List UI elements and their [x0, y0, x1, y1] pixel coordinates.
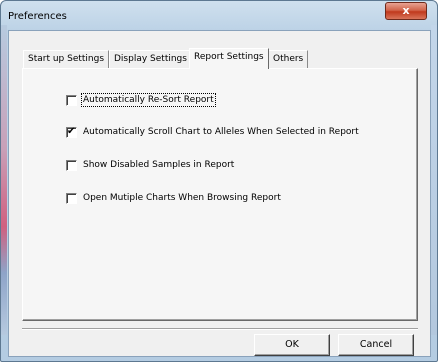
option-label: Automatically Scroll Chart to Alleles Wh… [83, 127, 359, 137]
tab-label: Others [273, 54, 304, 64]
option-auto-scroll-chart[interactable]: ✔ Automatically Scroll Chart to Alleles … [66, 125, 359, 139]
tab-label: Start up Settings [28, 54, 105, 64]
tab-label: Report Settings [194, 52, 264, 62]
tab-start-up-settings[interactable]: Start up Settings [23, 50, 110, 68]
separator [22, 328, 418, 330]
option-label: Automatically Re-Sort Report [81, 93, 216, 107]
preferences-window: Preferences x Start up Settings Display … [0, 0, 438, 362]
ok-button[interactable]: OK [254, 334, 330, 356]
window-title: Preferences [8, 11, 67, 22]
window-frame-left [1, 25, 7, 335]
checkmark-icon: ✔ [67, 125, 76, 137]
report-settings-panel: Automatically Re-Sort Report ✔ Automatic… [22, 68, 418, 321]
dialog-client-area: Start up Settings Display Settings Repor… [8, 30, 431, 357]
option-open-multiple-charts[interactable]: Open Mutiple Charts When Browsing Report [66, 191, 281, 205]
tab-others[interactable]: Others [268, 50, 309, 68]
close-button[interactable]: x [385, 2, 427, 20]
tab-label: Display Settings [114, 54, 187, 64]
title-bar[interactable]: Preferences x [1, 1, 437, 31]
option-show-disabled-samples[interactable]: Show Disabled Samples in Report [66, 158, 234, 172]
option-auto-resort-report[interactable]: Automatically Re-Sort Report [66, 93, 216, 107]
show-disabled-checkbox[interactable] [66, 159, 77, 171]
window-frame-right [431, 25, 437, 335]
tab-display-settings[interactable]: Display Settings [109, 50, 192, 68]
open-multiple-checkbox[interactable] [66, 192, 77, 204]
cancel-button[interactable]: Cancel [338, 334, 414, 356]
close-icon: x [402, 4, 410, 17]
option-label: Open Mutiple Charts When Browsing Report [83, 193, 281, 203]
auto-resort-checkbox[interactable] [66, 94, 77, 106]
auto-scroll-checkbox[interactable]: ✔ [66, 125, 77, 138]
tab-report-settings[interactable]: Report Settings [189, 48, 269, 69]
option-label: Show Disabled Samples in Report [83, 160, 235, 170]
